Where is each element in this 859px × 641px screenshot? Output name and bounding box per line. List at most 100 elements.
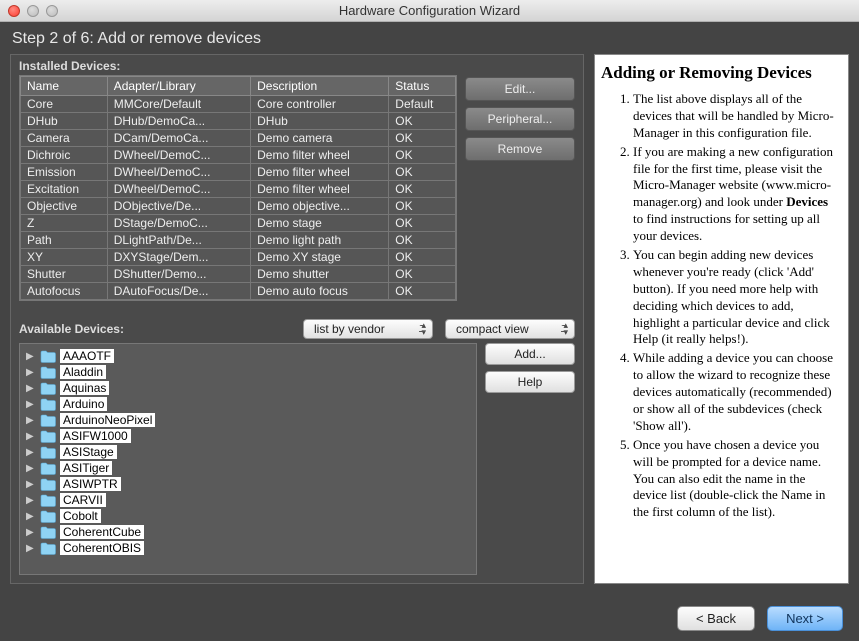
cell-name: Shutter [21, 266, 108, 283]
table-row[interactable]: ShutterDShutter/Demo...Demo shutterOK [21, 266, 456, 283]
cell-adapter: DLightPath/De... [107, 232, 250, 249]
tree-item[interactable]: ▶ CoherentOBIS [24, 540, 472, 556]
tree-item[interactable]: ▶ASIWPTR [24, 476, 472, 492]
tree-item[interactable]: ▶ AAAOTF [24, 348, 472, 364]
installed-table[interactable]: NameAdapter/LibraryDescriptionStatus Cor… [19, 75, 457, 301]
folder-icon [40, 398, 56, 411]
cell-status: OK [389, 113, 456, 130]
help-item: You can begin adding new devices wheneve… [633, 247, 840, 348]
titlebar: Hardware Configuration Wizard [0, 0, 859, 22]
folder-icon [40, 542, 56, 555]
help-item: While adding a device you can choose to … [633, 350, 840, 434]
cell-adapter: DShutter/Demo... [107, 266, 250, 283]
window-title: Hardware Configuration Wizard [0, 3, 859, 18]
cell-status: OK [389, 181, 456, 198]
disclosure-icon[interactable]: ▶ [26, 431, 36, 442]
folder-icon [40, 430, 56, 443]
disclosure-icon[interactable]: ▶ [26, 383, 36, 394]
cell-desc: Demo shutter [251, 266, 389, 283]
table-row[interactable]: DHubDHub/DemoCa...DHubOK [21, 113, 456, 130]
cell-status: OK [389, 130, 456, 147]
cell-desc: DHub [251, 113, 389, 130]
cell-name: Dichroic [21, 147, 108, 164]
zoom-icon[interactable] [46, 5, 58, 17]
tree-item[interactable]: ▶ASITiger [24, 460, 472, 476]
tree-item-label: ASIStage [60, 445, 117, 459]
tree-item[interactable]: ▶ ASIStage [24, 444, 472, 460]
tree-item[interactable]: ▶ Aquinas [24, 380, 472, 396]
folder-icon [40, 446, 56, 459]
disclosure-icon[interactable]: ▶ [26, 351, 36, 362]
tree-item-label: CoherentOBIS [60, 541, 144, 555]
table-row[interactable]: DichroicDWheel/DemoC...Demo filter wheel… [21, 147, 456, 164]
tree-item[interactable]: ▶Arduino [24, 396, 472, 412]
back-button[interactable]: < Back [677, 606, 755, 631]
window-controls [0, 5, 58, 17]
tree-item-label: ArduinoNeoPixel [60, 413, 155, 427]
column-header[interactable]: Status [389, 77, 456, 96]
cell-adapter: DWheel/DemoC... [107, 181, 250, 198]
table-row[interactable]: PathDLightPath/De...Demo light pathOK [21, 232, 456, 249]
cell-adapter: DWheel/DemoC... [107, 164, 250, 181]
disclosure-icon[interactable]: ▶ [26, 511, 36, 522]
sort-select[interactable]: list by vendor ▴▾ [303, 319, 433, 339]
disclosure-icon[interactable]: ▶ [26, 367, 36, 378]
disclosure-icon[interactable]: ▶ [26, 543, 36, 554]
remove-button[interactable]: Remove [465, 137, 575, 161]
tree-item-label: AAAOTF [60, 349, 114, 363]
add-button[interactable]: Add... [485, 343, 575, 365]
help-title: Adding or Removing Devices [601, 63, 840, 83]
cell-name: Z [21, 215, 108, 232]
tree-item[interactable]: ▶Cobolt [24, 508, 472, 524]
table-row[interactable]: ObjectiveDObjective/De...Demo objective.… [21, 198, 456, 215]
next-button[interactable]: Next > [767, 606, 843, 631]
close-icon[interactable] [8, 5, 20, 17]
tree-item-label: Aladdin [60, 365, 106, 379]
table-row[interactable]: EmissionDWheel/DemoC...Demo filter wheel… [21, 164, 456, 181]
help-item: If you are making a new configuration fi… [633, 144, 840, 245]
peripheral-button[interactable]: Peripheral... [465, 107, 575, 131]
tree-item-label: CARVII [60, 493, 106, 507]
cell-name: DHub [21, 113, 108, 130]
tree-item[interactable]: ▶ ArduinoNeoPixel [24, 412, 472, 428]
cell-status: OK [389, 147, 456, 164]
cell-name: Path [21, 232, 108, 249]
help-item: Once you have chosen a device you will b… [633, 437, 840, 521]
tree-item[interactable]: ▶ASIFW1000 [24, 428, 472, 444]
disclosure-icon[interactable]: ▶ [26, 399, 36, 410]
table-row[interactable]: CameraDCam/DemoCa...Demo cameraOK [21, 130, 456, 147]
table-row[interactable]: XYDXYStage/Dem...Demo XY stageOK [21, 249, 456, 266]
cell-adapter: DStage/DemoC... [107, 215, 250, 232]
cell-name: XY [21, 249, 108, 266]
disclosure-icon[interactable]: ▶ [26, 447, 36, 458]
help-button[interactable]: Help [485, 371, 575, 393]
cell-desc: Demo auto focus [251, 283, 389, 300]
view-select-value: compact view [456, 322, 529, 336]
tree-item[interactable]: ▶CoherentCube [24, 524, 472, 540]
table-row[interactable]: AutofocusDAutoFocus/De...Demo auto focus… [21, 283, 456, 300]
column-header[interactable]: Description [251, 77, 389, 96]
available-tree[interactable]: ▶AAAOTF▶Aladdin▶Aquinas▶Arduino▶ArduinoN… [19, 343, 477, 575]
cell-status: OK [389, 232, 456, 249]
cell-desc: Core controller [251, 96, 389, 113]
table-row[interactable]: CoreMMCore/DefaultCore controllerDefault [21, 96, 456, 113]
tree-item[interactable]: ▶ CARVII [24, 492, 472, 508]
table-row[interactable]: ExcitationDWheel/DemoC...Demo filter whe… [21, 181, 456, 198]
tree-item[interactable]: ▶ Aladdin [24, 364, 472, 380]
column-header[interactable]: Name [21, 77, 108, 96]
tree-item-label: Aquinas [60, 381, 109, 395]
column-header[interactable]: Adapter/Library [107, 77, 250, 96]
disclosure-icon[interactable]: ▶ [26, 527, 36, 538]
disclosure-icon[interactable]: ▶ [26, 495, 36, 506]
view-select[interactable]: compact view ▴▾ [445, 319, 575, 339]
table-row[interactable]: ZDStage/DemoC...Demo stageOK [21, 215, 456, 232]
sort-select-value: list by vendor [314, 322, 385, 336]
folder-icon [40, 366, 56, 379]
minimize-icon[interactable] [27, 5, 39, 17]
disclosure-icon[interactable]: ▶ [26, 415, 36, 426]
disclosure-icon[interactable]: ▶ [26, 479, 36, 490]
cell-adapter: DHub/DemoCa... [107, 113, 250, 130]
cell-adapter: DCam/DemoCa... [107, 130, 250, 147]
edit-button[interactable]: Edit... [465, 77, 575, 101]
disclosure-icon[interactable]: ▶ [26, 463, 36, 474]
